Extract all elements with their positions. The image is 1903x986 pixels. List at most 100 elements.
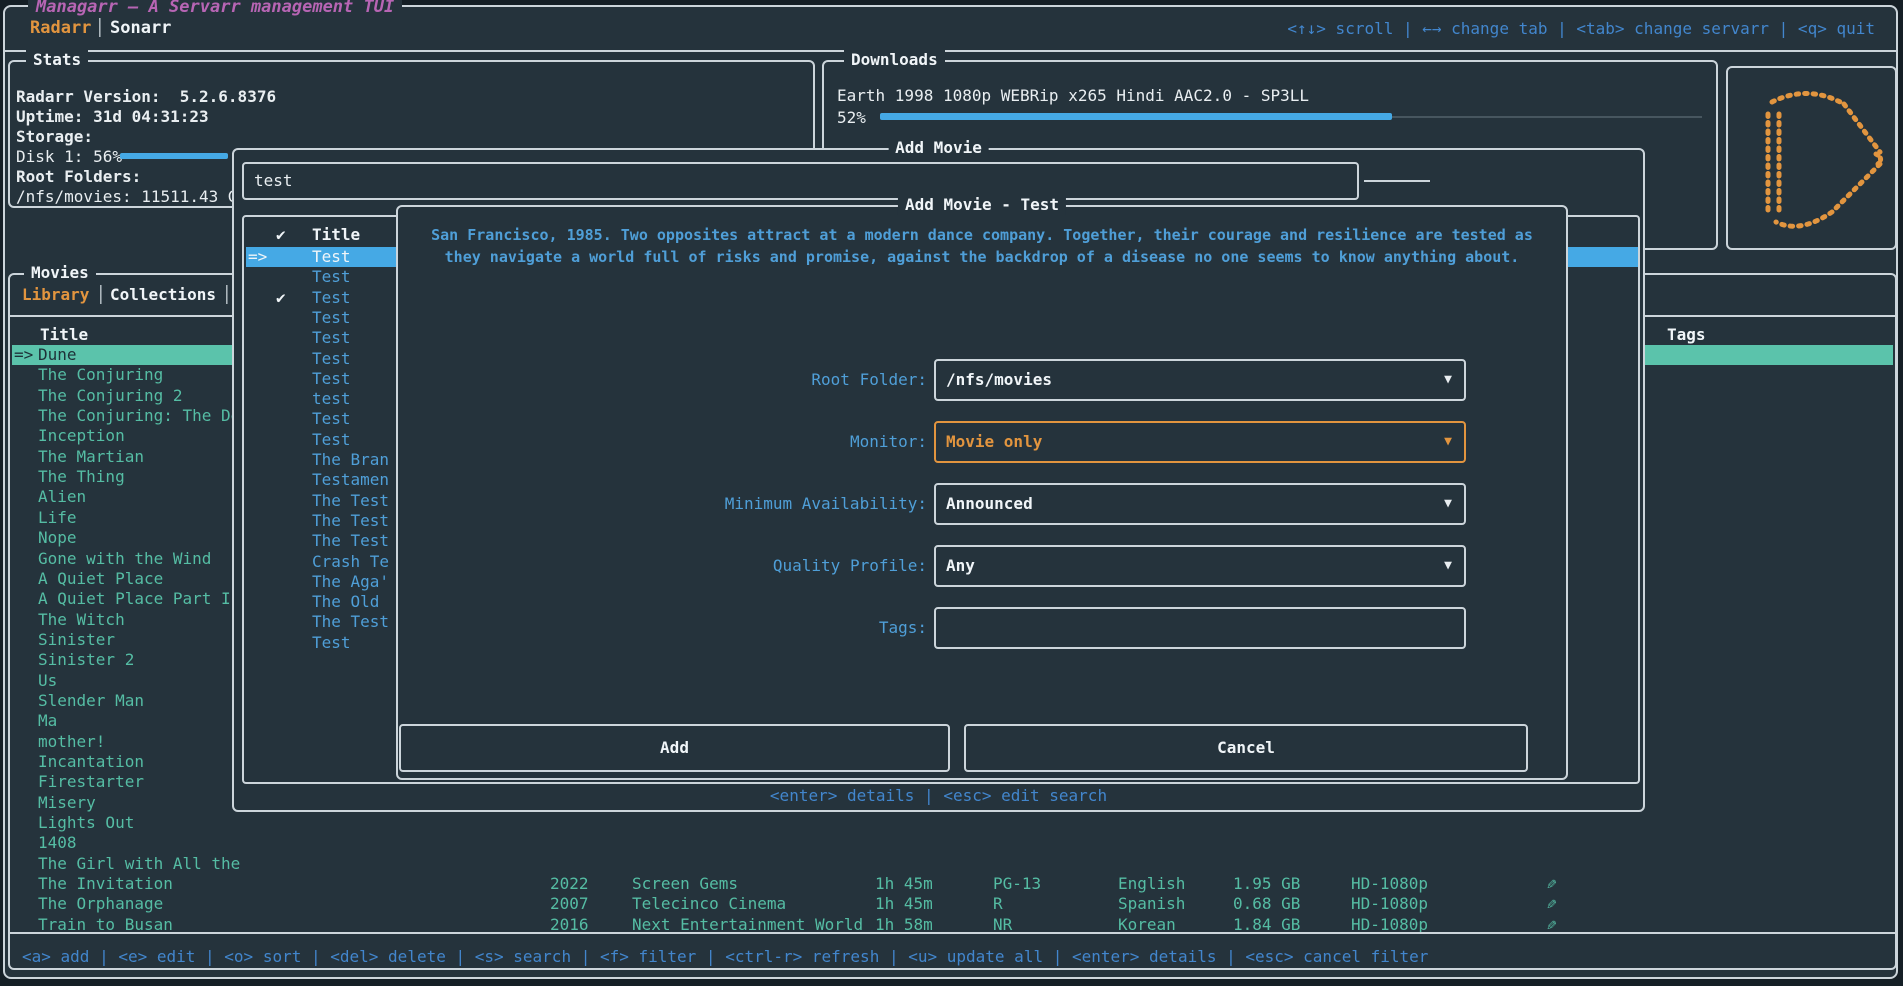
movie-overview-line2: they navigate a world full of risks and … — [398, 247, 1566, 268]
edit-pencil-icon: ✎ — [1547, 894, 1557, 914]
movie-quality-profile: HD-1080p — [1351, 894, 1428, 914]
result-title: Test — [312, 267, 351, 287]
result-title: The Test — [312, 531, 389, 551]
movie-title: Life — [38, 508, 77, 528]
movie-title: Gone with the Wind — [38, 549, 211, 569]
movie-language: English — [1118, 874, 1185, 894]
movie-row[interactable]: 1408 — [10, 833, 1895, 853]
form-field: Monitor: Movie only ▼ — [398, 421, 1566, 463]
movie-certification: R — [993, 894, 1003, 914]
chevron-down-icon: ▼ — [1444, 423, 1452, 461]
divider-fragment — [1364, 180, 1430, 182]
result-title: Test — [312, 308, 351, 328]
edit-pencil-icon: ✎ — [1547, 874, 1557, 894]
movie-title: Sinister — [38, 630, 115, 650]
movie-title: Inception — [38, 426, 125, 446]
monitored-check-icon: ✔ — [276, 288, 286, 308]
search-input[interactable]: test — [242, 162, 1359, 200]
add-movie-popup-title: Add Movie — [888, 138, 989, 158]
result-title: test — [312, 389, 351, 409]
tab-radarr[interactable]: Radarr — [30, 18, 91, 38]
movie-size: 1.95 GB — [1233, 874, 1300, 894]
chevron-down-icon: ▼ — [1444, 485, 1452, 523]
tab-separator: │ — [96, 285, 106, 305]
movie-title: The Witch — [38, 610, 125, 630]
movie-title: Nope — [38, 528, 77, 548]
movie-title: The Conjuring — [38, 365, 163, 385]
form-field: Quality Profile: Any ▼ — [398, 545, 1566, 587]
movie-title: Alien — [38, 487, 86, 507]
result-title: Test — [312, 247, 351, 267]
movies-title: Movies — [24, 263, 96, 283]
movie-title: The Martian — [38, 447, 144, 467]
movie-title: The Conjuring 2 — [38, 386, 183, 406]
field-control[interactable]: Announced ▼ — [934, 483, 1466, 525]
radarr-version: Radarr Version: 5.2.6.8376 — [16, 87, 276, 107]
field-value: Any — [946, 547, 975, 585]
header-divider — [3, 50, 1898, 52]
modal-title: Add Movie - Test — [898, 195, 1066, 215]
movies-bottom-divider — [10, 932, 1895, 934]
top-keybindings: <↑↓> scroll | ←→ change tab | <tab> chan… — [1287, 19, 1875, 39]
field-label: Minimum Availability: — [398, 483, 927, 525]
result-title: The Test — [312, 511, 389, 531]
movie-overview-line1: San Francisco, 1985. Two opposites attra… — [398, 225, 1566, 246]
movie-studio: Screen Gems — [632, 874, 738, 894]
field-control[interactable] — [934, 607, 1466, 649]
add-button[interactable]: Add — [399, 724, 950, 772]
movie-row[interactable]: The Girl with All the — [10, 854, 1895, 874]
result-title: The Aga' — [312, 572, 389, 592]
tab-sonarr[interactable]: Sonarr — [110, 18, 171, 38]
movie-title: Dune — [38, 345, 77, 365]
field-value: /nfs/movies — [946, 361, 1052, 399]
movie-size: 0.68 GB — [1233, 894, 1300, 914]
movie-row[interactable]: The Invitation 2022 Screen Gems 1h 45m P… — [10, 874, 1895, 894]
stats-title: Stats — [26, 50, 88, 70]
movie-year: 2007 — [550, 894, 589, 914]
result-title: Test — [312, 349, 351, 369]
result-title: Test — [312, 409, 351, 429]
app-title: Managarr — A Servarr management TUI — [28, 0, 402, 17]
movie-quality-profile: HD-1080p — [1351, 874, 1428, 894]
field-control[interactable]: Any ▼ — [934, 545, 1466, 587]
form-field: Root Folder: /nfs/movies ▼ — [398, 359, 1566, 401]
disk-usage: Disk 1: 56% — [16, 147, 122, 167]
movie-title: A Quiet Place Part II — [38, 589, 240, 609]
download-item-title: Earth 1998 1080p WEBRip x265 Hindi AAC2.… — [837, 86, 1309, 106]
result-title: The Test — [312, 491, 389, 511]
column-header-tags: Tags — [1667, 325, 1706, 345]
movie-title: Lights Out — [38, 813, 134, 833]
selection-arrow-icon: => — [248, 247, 267, 267]
movie-title: Misery — [38, 793, 96, 813]
movie-title: The Orphanage — [38, 894, 163, 914]
movie-title: Us — [38, 671, 57, 691]
results-column-header: Title — [312, 225, 360, 245]
field-control[interactable]: Movie only ▼ — [934, 421, 1466, 463]
field-label: Quality Profile: — [398, 545, 927, 587]
tab-collections[interactable]: Collections — [110, 285, 216, 305]
cancel-button[interactable]: Cancel — [964, 724, 1528, 772]
selection-arrow-icon: => — [14, 345, 33, 365]
movie-language: Spanish — [1118, 894, 1185, 914]
result-title: Crash Te — [312, 552, 389, 572]
result-title: Testamen — [312, 470, 389, 490]
form-field: Tags: — [398, 607, 1566, 649]
tab-library[interactable]: Library — [22, 285, 89, 305]
tab-separator: │ — [222, 285, 232, 305]
field-value: Movie only — [946, 423, 1042, 461]
tab-separator: │ — [95, 18, 105, 38]
modal-form: Root Folder: /nfs/movies ▼ Monitor: Movi… — [398, 359, 1566, 659]
field-label: Root Folder: — [398, 359, 927, 401]
movie-title: The Conjuring: The De — [38, 406, 240, 426]
movie-title: 1408 — [38, 833, 77, 853]
movie-title: Ma — [38, 711, 57, 731]
field-control[interactable]: /nfs/movies ▼ — [934, 359, 1466, 401]
result-title: The Bran — [312, 450, 389, 470]
movie-certification: PG-13 — [993, 874, 1041, 894]
movie-row[interactable]: Lights Out — [10, 813, 1895, 833]
uptime: Uptime: 31d 04:31:23 — [16, 107, 209, 127]
radarr-logo-icon — [1728, 68, 1895, 248]
movie-title: Sinister 2 — [38, 650, 134, 670]
movie-row[interactable]: The Orphanage 2007 Telecinco Cinema 1h 4… — [10, 894, 1895, 914]
movie-runtime: 1h 45m — [875, 874, 933, 894]
